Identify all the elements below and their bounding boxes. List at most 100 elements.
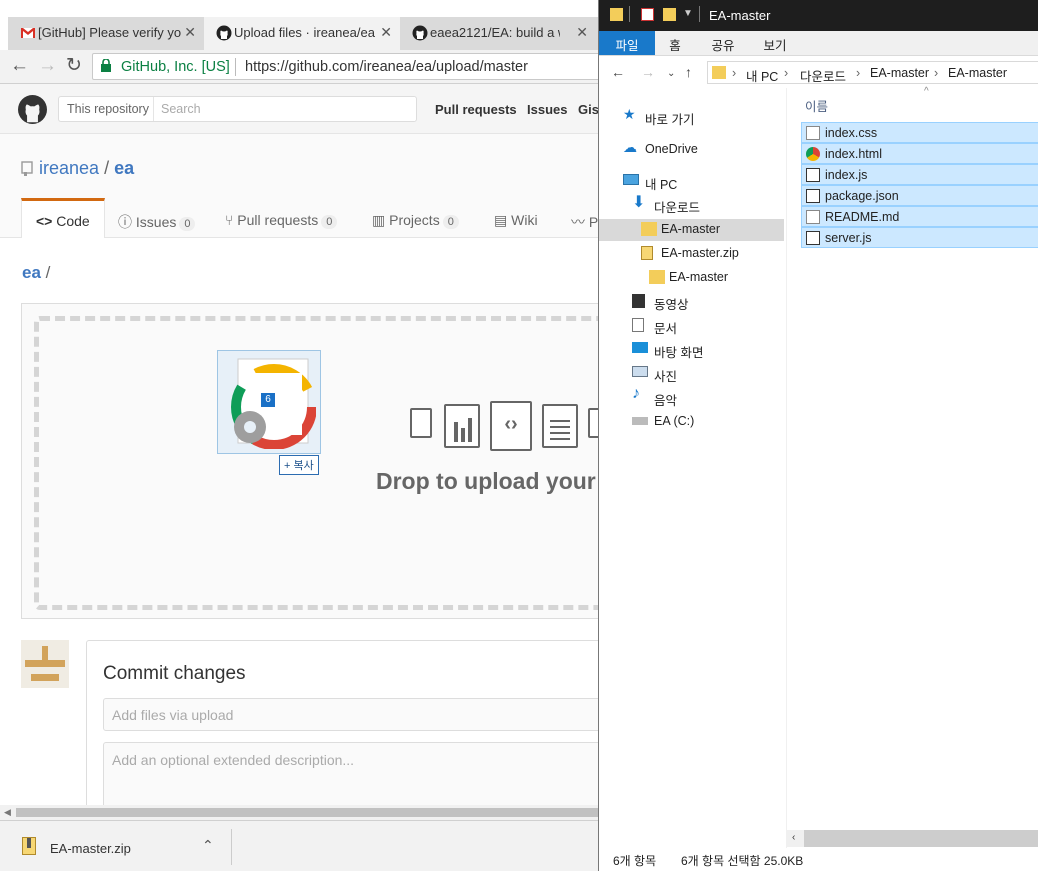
navigation-pane: ★ 바로 가기 ☁ OneDrive 내 PC ⬇ 다운로드 EA-master… bbox=[599, 88, 787, 848]
folder-icon bbox=[641, 222, 657, 236]
scrollbar-thumb[interactable] bbox=[804, 830, 1038, 847]
ribbon-tabs: 파일 홈 공유 보기 bbox=[599, 31, 1038, 56]
nav-item-label: 문서 bbox=[654, 322, 678, 336]
file-row-package-json[interactable]: package.json bbox=[801, 185, 1038, 206]
column-header-name[interactable]: 이름 bbox=[805, 96, 828, 115]
repo-owner-link[interactable]: ireanea bbox=[39, 158, 99, 178]
file-name: index.html bbox=[825, 147, 882, 161]
nav-gist[interactable]: Gist bbox=[578, 102, 600, 117]
properties-icon[interactable] bbox=[641, 8, 654, 21]
tab-label: Pull requests bbox=[237, 212, 319, 228]
breadcrumb-separator: › bbox=[934, 66, 939, 80]
tab-code[interactable]: <> Code bbox=[21, 198, 105, 238]
chevron-down-icon[interactable]: ⌄ bbox=[667, 68, 675, 79]
file-row-server-js[interactable]: server.js bbox=[801, 227, 1038, 248]
github-icon bbox=[412, 25, 428, 41]
address-bar[interactable]: GitHub, Inc. [US] https://github.com/ire… bbox=[92, 53, 600, 80]
selection-info: 6개 항목 선택함 25.0KB bbox=[681, 854, 804, 868]
music-icon: ♪ bbox=[632, 385, 640, 402]
tab-label: Wiki bbox=[511, 212, 538, 228]
breadcrumb-separator: › bbox=[856, 66, 861, 80]
search-box[interactable]: This repository bbox=[58, 96, 417, 122]
horizontal-scrollbar[interactable]: ‹ bbox=[787, 830, 1038, 847]
github-logo-icon[interactable] bbox=[18, 95, 47, 124]
drive-icon bbox=[632, 417, 648, 425]
project-icon: ▥ bbox=[372, 212, 386, 228]
new-folder-icon[interactable] bbox=[663, 8, 676, 21]
file-row-index-html[interactable]: index.html bbox=[801, 143, 1038, 164]
chrome-file-icon bbox=[806, 147, 820, 161]
chevron-up-icon[interactable]: ⌃ bbox=[202, 837, 214, 854]
nav-item-label: 내 PC bbox=[645, 178, 678, 192]
forward-arrow-icon[interactable]: → bbox=[38, 56, 57, 76]
chevron-down-icon[interactable]: ▼ bbox=[683, 8, 693, 19]
nav-pull-requests[interactable]: Pull requests bbox=[435, 102, 517, 117]
folder-icon bbox=[649, 270, 665, 284]
download-item[interactable]: EA-master.zip ⌃ bbox=[14, 829, 232, 865]
folder-icon bbox=[712, 66, 726, 79]
tab-upload-files[interactable]: Upload files · ireanea/ea ✕ bbox=[204, 17, 402, 50]
ribbon-tab-file[interactable]: 파일 bbox=[599, 31, 655, 55]
explorer-address-bar[interactable]: › 내 PC › 다운로드 › EA-master › EA-master bbox=[707, 61, 1038, 84]
tab-eaea2121[interactable]: eaea2121/EA: build a wl ✕ bbox=[400, 17, 598, 50]
search-scope: This repository bbox=[59, 97, 154, 121]
file-row-readme-md[interactable]: README.md bbox=[801, 206, 1038, 227]
search-input[interactable] bbox=[155, 97, 415, 121]
copy-tooltip: + 복사 bbox=[279, 455, 319, 475]
breadcrumb-item[interactable]: EA-master bbox=[948, 66, 1007, 80]
file-row-index-css[interactable]: index.css bbox=[801, 122, 1038, 143]
tab-pull-requests[interactable]: ⑂ Pull requests 0 bbox=[225, 198, 338, 238]
tab-projects[interactable]: ▥ Projects 0 bbox=[372, 198, 459, 238]
nav-item-label: 다운로드 bbox=[654, 201, 701, 215]
reload-icon[interactable]: ↻ bbox=[66, 56, 82, 76]
ribbon-tab-home[interactable]: 홈 bbox=[659, 31, 691, 55]
lock-icon bbox=[101, 59, 111, 72]
breadcrumb-item[interactable]: 내 PC bbox=[746, 66, 778, 85]
horizontal-scrollbar[interactable]: ◀ bbox=[0, 805, 600, 820]
up-arrow-icon[interactable]: ↑ bbox=[685, 64, 692, 80]
commit-form: Commit changes bbox=[86, 640, 600, 822]
nav-item-ea-master[interactable]: EA-master bbox=[599, 219, 784, 241]
file-name: index.js bbox=[825, 168, 868, 182]
nav-item-label: 바로 가기 bbox=[645, 113, 695, 127]
browser-toolbar: ← → ↻ GitHub, Inc. [US] https://github.c… bbox=[0, 50, 600, 84]
tab-pulse[interactable]: 〰 P bbox=[571, 198, 598, 238]
nav-issues[interactable]: Issues bbox=[527, 102, 567, 117]
scroll-left-icon[interactable]: ‹ bbox=[792, 832, 795, 843]
repo-name-link[interactable]: ea bbox=[114, 158, 134, 178]
file-name: package.json bbox=[825, 189, 899, 203]
ribbon-tab-view[interactable]: 보기 bbox=[755, 31, 795, 55]
tab-gmail[interactable]: [GitHub] Please verify yo ✕ bbox=[8, 17, 206, 50]
scrollbar-thumb[interactable] bbox=[16, 808, 600, 817]
commit-title: Commit changes bbox=[103, 663, 246, 684]
tab-label: [GitHub] Please verify yo bbox=[38, 25, 182, 40]
scroll-left-icon[interactable]: ◀ bbox=[4, 807, 11, 818]
download-bar: EA-master.zip ⌃ bbox=[0, 820, 600, 871]
breadcrumb-repo-link[interactable]: ea bbox=[22, 263, 41, 282]
code-file-icon: ‹› bbox=[490, 401, 532, 451]
tab-label: Issues bbox=[135, 214, 177, 230]
breadcrumb-item[interactable]: 다운로드 bbox=[800, 66, 846, 85]
github-header: This repository Pull requests Issues Gis… bbox=[0, 84, 600, 134]
tab-wiki[interactable]: ▤ Wiki bbox=[494, 198, 538, 238]
code-icon: <> bbox=[36, 213, 53, 229]
titlebar-divider bbox=[699, 6, 700, 22]
file-name: server.js bbox=[825, 231, 872, 245]
ribbon-tab-share[interactable]: 공유 bbox=[703, 31, 743, 55]
sort-ascending-icon: ^ bbox=[924, 86, 929, 97]
back-arrow-icon[interactable]: ← bbox=[10, 56, 29, 76]
explorer-titlebar: ▼ EA-master bbox=[599, 0, 1038, 31]
back-arrow-icon[interactable]: ← bbox=[611, 64, 625, 80]
site-identity: GitHub, Inc. [US] bbox=[121, 59, 230, 75]
close-icon[interactable]: ✕ bbox=[184, 24, 196, 41]
file-explorer-window: ▼ EA-master 파일 홈 공유 보기 ← → ⌄ ↑ › 내 PC › … bbox=[598, 0, 1038, 871]
close-icon[interactable]: ✕ bbox=[576, 24, 588, 41]
breadcrumb-item[interactable]: EA-master bbox=[870, 66, 929, 80]
item-count: 6개 항목 bbox=[613, 854, 657, 868]
forward-arrow-icon[interactable]: → bbox=[641, 64, 655, 80]
file-row-index-js[interactable]: index.js bbox=[801, 164, 1038, 185]
commit-summary-input[interactable] bbox=[103, 698, 600, 731]
tab-issues[interactable]: ⓘ Issues 0 bbox=[118, 198, 196, 238]
breadcrumb-separator: / bbox=[45, 263, 51, 282]
close-icon[interactable]: ✕ bbox=[380, 24, 392, 41]
